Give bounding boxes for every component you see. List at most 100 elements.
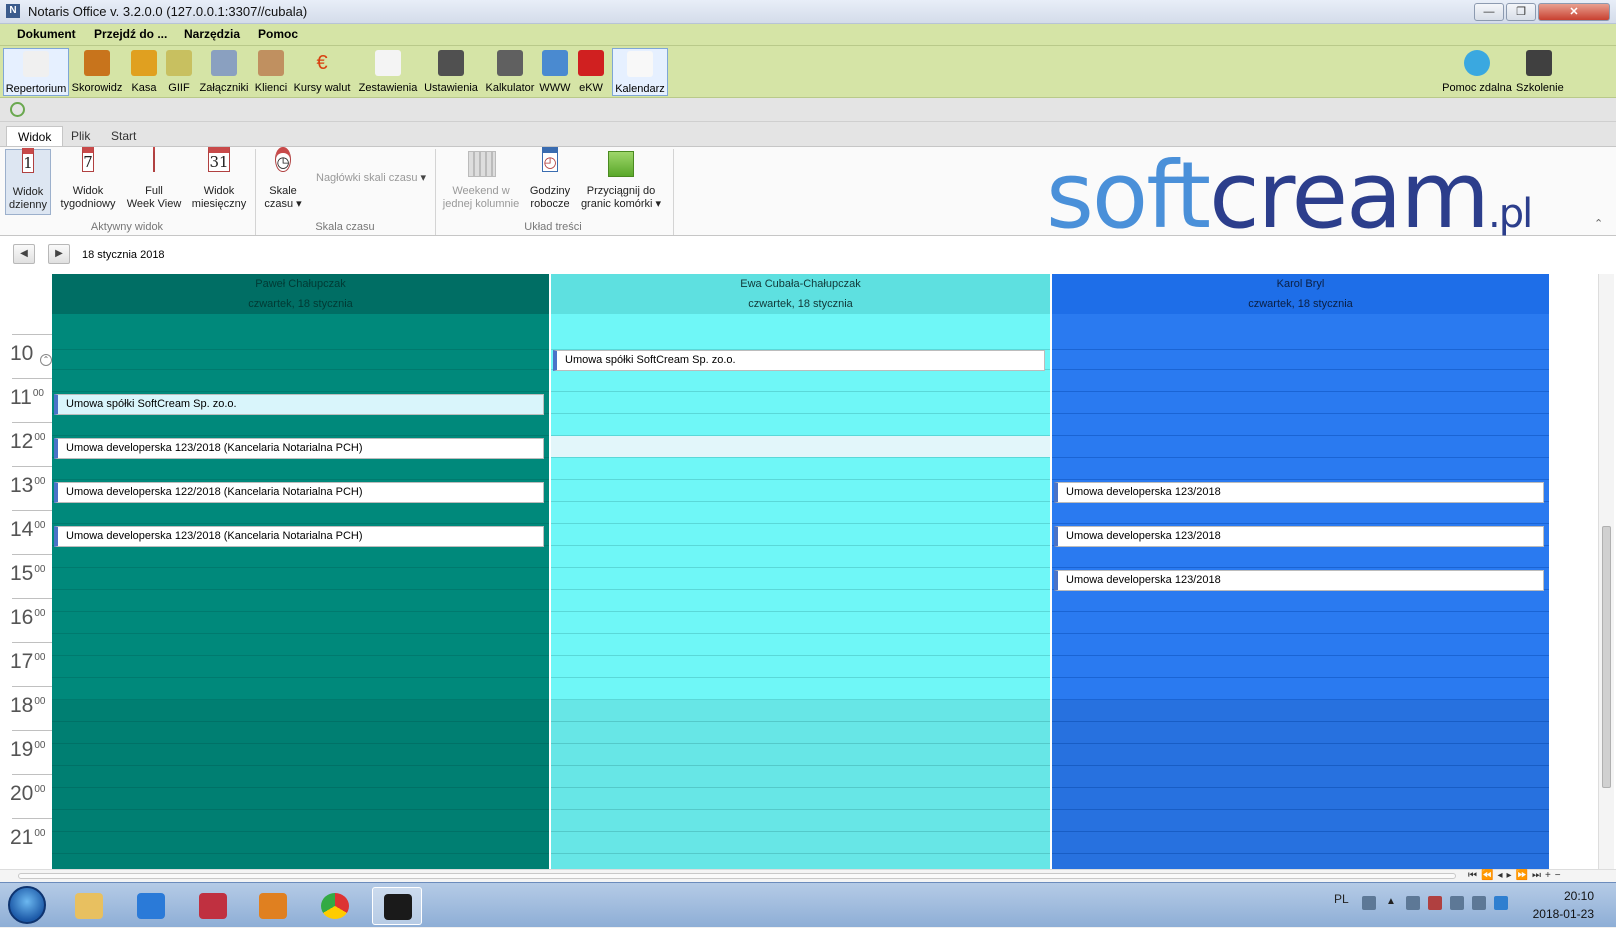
time-slot[interactable] bbox=[551, 370, 1050, 392]
appointment[interactable]: Umowa developerska 123/2018 (Kancelaria … bbox=[54, 526, 544, 547]
toolbar-szkolenie-button[interactable]: Szkolenie bbox=[1516, 48, 1564, 96]
time-slot[interactable] bbox=[1052, 832, 1549, 854]
time-slot[interactable] bbox=[551, 414, 1050, 436]
time-slot[interactable] bbox=[52, 634, 549, 656]
appointment[interactable]: Umowa developerska 122/2018 (Kancelaria … bbox=[54, 482, 544, 503]
clock[interactable]: 20:10 2018-01-23 bbox=[1533, 887, 1594, 923]
time-slot[interactable] bbox=[551, 656, 1050, 678]
cloud-icon[interactable] bbox=[1494, 896, 1508, 910]
time-slot[interactable] bbox=[1052, 392, 1549, 414]
full-week-view-button[interactable]: Full Week View bbox=[124, 147, 184, 215]
appointment[interactable]: Umowa developerska 123/2018 bbox=[1054, 526, 1544, 547]
toolbar-ustawienia-button[interactable]: Ustawienia bbox=[422, 48, 480, 96]
time-slot[interactable] bbox=[551, 854, 1050, 869]
toolbar-pomoc-zdalna-button[interactable]: Pomoc zdalna bbox=[1442, 48, 1512, 96]
time-slot[interactable] bbox=[551, 612, 1050, 634]
time-slot[interactable] bbox=[52, 788, 549, 810]
time-slot[interactable] bbox=[551, 524, 1050, 546]
time-slot[interactable] bbox=[551, 722, 1050, 744]
menu-narzedzia[interactable]: Narzędzia bbox=[184, 27, 240, 41]
time-slot[interactable] bbox=[52, 502, 549, 524]
work-hours-button[interactable]: ◴ Godziny robocze bbox=[526, 147, 574, 215]
toolbar-załączniki-button[interactable]: Załączniki bbox=[197, 48, 251, 96]
time-slot[interactable] bbox=[52, 656, 549, 678]
time-slot[interactable] bbox=[551, 502, 1050, 524]
scroll-track[interactable] bbox=[18, 873, 1456, 879]
time-slot[interactable] bbox=[551, 744, 1050, 766]
time-slot[interactable] bbox=[1052, 678, 1549, 700]
time-slot[interactable] bbox=[52, 744, 549, 766]
network-error-icon[interactable] bbox=[1428, 896, 1442, 910]
scale-headers-dropdown[interactable]: Nagłówki skali czasu ▾ bbox=[316, 171, 426, 184]
all-day-area[interactable] bbox=[551, 314, 1050, 350]
all-day-area[interactable] bbox=[52, 314, 549, 350]
time-slot[interactable] bbox=[551, 480, 1050, 502]
time-slot[interactable] bbox=[1052, 744, 1549, 766]
toolbar-kasa-button[interactable]: Kasa bbox=[127, 48, 161, 96]
time-slot[interactable] bbox=[1052, 612, 1549, 634]
language-indicator[interactable]: PL bbox=[1334, 892, 1349, 906]
resource-navigator[interactable]: ⏮⏪◂▸⏩⏭+− bbox=[1468, 870, 1565, 881]
start-button[interactable] bbox=[8, 886, 46, 924]
time-slot[interactable] bbox=[52, 590, 549, 612]
volume-icon[interactable] bbox=[1450, 896, 1464, 910]
time-slot[interactable] bbox=[1052, 458, 1549, 480]
menu-dokument[interactable]: Dokument bbox=[17, 27, 76, 41]
resource-name[interactable]: Paweł Chałupczak bbox=[52, 274, 549, 294]
time-slot[interactable] bbox=[551, 788, 1050, 810]
tab-widok[interactable]: Widok bbox=[6, 126, 64, 146]
time-slot[interactable] bbox=[551, 810, 1050, 832]
toolbar-www-button[interactable]: WWW bbox=[539, 48, 571, 96]
toolbar-kalkulator-button[interactable]: Kalkulator bbox=[484, 48, 536, 96]
appointment[interactable]: Umowa developerska 123/2018 bbox=[1054, 570, 1544, 591]
minimize-button[interactable]: — bbox=[1474, 3, 1504, 21]
toolbar-ekw-button[interactable]: eKW bbox=[574, 48, 608, 96]
time-slot[interactable] bbox=[52, 546, 549, 568]
time-slot[interactable] bbox=[1052, 370, 1549, 392]
time-slot[interactable] bbox=[1052, 436, 1549, 458]
vertical-scrollbar[interactable] bbox=[1598, 274, 1614, 869]
restore-button[interactable]: ❐ bbox=[1506, 3, 1536, 21]
close-button[interactable]: ✕ bbox=[1538, 3, 1610, 21]
tab-plik[interactable]: Plik bbox=[60, 126, 101, 146]
horizontal-scrollbar[interactable]: ⏮⏪◂▸⏩⏭+− bbox=[0, 869, 1616, 882]
time-slot[interactable] bbox=[52, 700, 549, 722]
time-slot[interactable] bbox=[551, 634, 1050, 656]
toolbar-skorowidz-button[interactable]: Skorowidz bbox=[71, 48, 123, 96]
collapse-ribbon-icon[interactable]: ⌃ bbox=[1594, 217, 1603, 230]
toolbar-repertorium-button[interactable]: Repertorium bbox=[3, 48, 69, 96]
time-slot[interactable] bbox=[1052, 788, 1549, 810]
time-slot[interactable] bbox=[1052, 546, 1549, 568]
weekend-one-column-button[interactable]: Weekend w jednej kolumnie bbox=[440, 149, 522, 215]
time-slot[interactable] bbox=[551, 832, 1050, 854]
time-slot[interactable] bbox=[1052, 502, 1549, 524]
week-view-button[interactable]: 7 Widok tygodniowy bbox=[56, 147, 120, 215]
month-view-button[interactable]: 31 Widok miesięczny bbox=[188, 147, 250, 215]
time-slot[interactable] bbox=[551, 546, 1050, 568]
time-scale-button[interactable]: ◷ Skale czasu ▾ bbox=[260, 147, 306, 215]
power-icon[interactable] bbox=[1472, 896, 1486, 910]
taskbar-app[interactable] bbox=[372, 887, 422, 925]
show-hidden-icons[interactable]: ▲ bbox=[1386, 896, 1400, 910]
time-slot[interactable] bbox=[52, 810, 549, 832]
time-slot[interactable] bbox=[52, 568, 549, 590]
taskbar-app[interactable] bbox=[310, 887, 360, 925]
resource-name[interactable]: Karol Bryl bbox=[1052, 274, 1549, 294]
appointment[interactable]: Umowa developerska 123/2018 bbox=[1054, 482, 1544, 503]
time-slot[interactable] bbox=[551, 392, 1050, 414]
resource-name[interactable]: Ewa Cubała-Chałupczak bbox=[551, 274, 1050, 294]
time-slot[interactable] bbox=[52, 766, 549, 788]
time-slot[interactable] bbox=[52, 832, 549, 854]
toolbar-kursy-walut-button[interactable]: € Kursy walut bbox=[291, 48, 353, 96]
menu-pomoc[interactable]: Pomoc bbox=[258, 27, 298, 41]
time-slot[interactable] bbox=[52, 370, 549, 392]
day-header[interactable]: czwartek, 18 stycznia bbox=[52, 294, 549, 314]
time-slot[interactable] bbox=[1052, 656, 1549, 678]
time-slot[interactable] bbox=[551, 678, 1050, 700]
time-slot[interactable] bbox=[1052, 414, 1549, 436]
refresh-icon[interactable] bbox=[10, 102, 25, 117]
snap-to-cells-button[interactable]: Przyciągnij do granic komórki ▾ bbox=[578, 149, 664, 215]
time-slot[interactable] bbox=[52, 414, 549, 436]
time-slot[interactable] bbox=[551, 700, 1050, 722]
time-slot[interactable] bbox=[551, 568, 1050, 590]
